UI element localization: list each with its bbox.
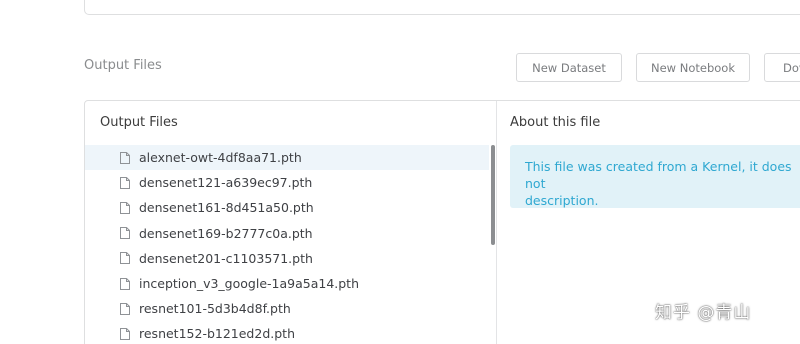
file-item[interactable]: resnet101-5d3b4d8f.pth — [85, 296, 489, 321]
file-name: densenet161-8d451a50.pth — [139, 200, 314, 216]
file-name: densenet201-c1103571.pth — [139, 250, 313, 266]
file-icon — [120, 277, 130, 290]
about-file-title: About this file — [510, 115, 601, 130]
file-icon — [120, 252, 130, 265]
output-files-title: Output Files — [100, 115, 178, 130]
file-icon — [120, 176, 130, 189]
info-text-line-2: description. — [525, 193, 599, 208]
file-item[interactable]: densenet121-a639ec97.pth — [85, 170, 489, 195]
file-item[interactable]: densenet201-c1103571.pth — [85, 246, 489, 271]
file-name: densenet169-b2777c0a.pth — [139, 225, 313, 241]
new-dataset-button[interactable]: New Dataset — [516, 53, 622, 82]
new-notebook-button[interactable]: New Notebook — [636, 53, 750, 82]
file-item[interactable]: inception_v3_google-1a9a5a14.pth — [85, 271, 489, 296]
section-label: Output Files — [84, 58, 162, 73]
file-icon — [120, 201, 130, 214]
info-text-line-1: This file was created from a Kernel, it … — [525, 159, 792, 191]
file-item[interactable]: resnet152-b121ed2d.pth — [85, 321, 489, 344]
file-name: resnet152-b121ed2d.pth — [139, 326, 295, 342]
file-list: alexnet-owt-4df8aa71.pth densenet121-a63… — [85, 145, 489, 344]
file-item[interactable]: alexnet-owt-4df8aa71.pth — [85, 145, 489, 171]
file-item[interactable]: densenet161-8d451a50.pth — [85, 195, 489, 220]
file-icon — [120, 302, 130, 315]
file-item[interactable]: densenet169-b2777c0a.pth — [85, 221, 489, 246]
download-button[interactable]: Dov — [764, 53, 800, 82]
file-name: densenet121-a639ec97.pth — [139, 175, 313, 191]
watermark: 知乎 @青山 — [655, 303, 752, 323]
file-name: inception_v3_google-1a9a5a14.pth — [139, 276, 360, 292]
file-name: alexnet-owt-4df8aa71.pth — [139, 150, 302, 166]
file-icon — [120, 327, 130, 340]
file-icon — [120, 227, 130, 240]
file-name: resnet101-5d3b4d8f.pth — [139, 301, 291, 317]
file-icon — [120, 151, 130, 164]
file-info-box: This file was created from a Kernel, it … — [510, 145, 800, 208]
top-card — [84, 0, 800, 15]
file-list-scrollbar[interactable] — [491, 145, 495, 245]
page: Output Files New Dataset New Notebook Do… — [0, 0, 800, 344]
